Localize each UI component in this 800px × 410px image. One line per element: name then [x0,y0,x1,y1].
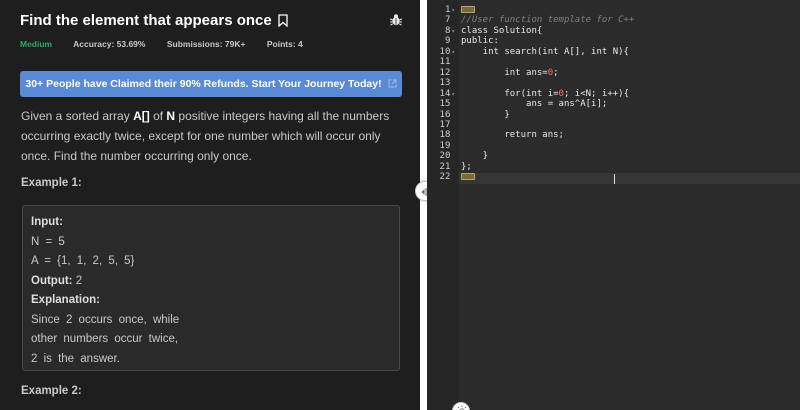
refund-banner[interactable]: 30+ People have Claimed their 90% Refund… [20,71,402,97]
external-link-icon [388,79,397,88]
code-line: } [461,109,510,120]
difficulty-badge: Medium [20,39,53,49]
fold-toggle-icon [451,164,455,171]
bookmark-icon[interactable] [278,14,288,28]
input-label: Input: [31,216,63,228]
line-number: 19 [440,141,455,152]
code-editor[interactable]: 1▾ 7 8▾ 9 10▾ 11 12 13 14▾ 15 16 17 18 19 20… [427,0,800,410]
active-line-highlight [459,173,800,184]
code-line: }; [461,161,472,172]
folded-code-marker[interactable] [461,6,475,13]
fold-toggle-icon[interactable]: ▾ [451,91,455,98]
folded-code-marker[interactable] [461,173,475,181]
line-number: 17 [440,120,455,131]
line-number: 11 [440,57,455,68]
input-n: N = 5 [31,235,65,248]
fold-toggle-icon[interactable]: ▾ [451,28,455,35]
explanation-line: other numbers occur twice, [31,333,179,345]
code-line: public: [461,36,499,47]
explanation-line: 2 is the answer. [31,352,120,365]
fold-toggle-icon [451,174,455,181]
explanation-line: Since 2 occurs once, while [31,313,180,326]
line-number: 16 [440,110,455,121]
example-1-title: Example 1: [21,177,82,189]
banner-text: 30+ People have Claimed their 90% Refund… [25,78,382,90]
fold-toggle-icon[interactable]: ▾ [451,49,455,56]
code-line: //User function template for C++ [461,15,635,26]
example-2-title: Example 2: [21,385,82,397]
pane-divider[interactable] [420,0,427,410]
line-number: 12 [440,68,455,79]
problem-meta: Medium Accuracy: 53.69% Submissions: 79K… [20,39,322,49]
line-number: 7 [445,15,455,26]
explanation-label: Explanation: [31,294,101,306]
line-number: 22 [440,172,455,183]
code-area[interactable]: //User function template for C++ class So… [459,0,800,410]
accuracy-stat: Accuracy: 53.69% [73,39,146,49]
line-number-gutter: 1▾ 7 8▾ 9 10▾ 11 12 13 14▾ 15 16 17 18 19 20… [427,0,459,410]
problem-panel: Find the element that appears once Mediu… [0,0,420,410]
input-a: A = {1, 1, 2, 5, 5} [31,255,135,267]
code-line: return ans; [461,130,564,141]
code-line [461,5,475,16]
line-number: 1▾ [444,5,455,15]
line-number: 20 [440,151,455,162]
submissions-stat: Submissions: 79K+ [166,39,246,49]
fold-toggle-icon [451,143,455,150]
example-1-box: Input: N = 5 A = {1, 1, 2, 5, 5} Output:… [22,205,400,371]
output-label: Output: [31,274,73,287]
code-line [461,172,475,183]
code-line: for(int i=0; i<N; i++){ [461,88,629,99]
bug-icon[interactable] [389,13,403,27]
output-row: Output: 2 [31,272,391,292]
fold-toggle-icon [451,112,455,119]
line-number: 10▾ [439,46,455,57]
code-line: int ans=0; [461,67,559,78]
output-value: 2 [75,274,83,287]
sun-icon [457,405,467,410]
fold-toggle-icon[interactable]: ▾ [451,7,455,14]
line-number: 9 [445,36,455,47]
line-number: 21 [440,162,455,173]
line-number: 18 [440,130,455,141]
code-line: ans = ans^A[i]; [461,99,608,110]
title-row: Find the element that appears once [20,12,405,32]
code-line: int search(int A[], int N){ [461,46,629,57]
code-line: class Solution{ [461,25,543,36]
line-number: 13 [440,78,455,89]
fold-toggle-icon [451,59,455,66]
fold-toggle-icon [451,17,455,24]
line-number: 15 [440,99,455,110]
problem-title: Find the element that appears once [20,12,272,30]
points-stat: Points: 4 [266,39,303,49]
line-number: 8▾ [444,25,455,36]
fold-toggle-icon [451,101,455,108]
fold-toggle-icon [451,153,455,160]
fold-toggle-icon [451,38,455,45]
line-number: 14▾ [439,88,455,99]
code-line: } [461,151,489,162]
problem-description: Given a sorted array A[] of N positive i… [21,109,390,163]
text-cursor [614,174,615,184]
fold-toggle-icon [451,132,455,139]
fold-toggle-icon [451,70,455,77]
fold-toggle-icon [451,122,455,129]
fold-toggle-icon [451,80,455,87]
